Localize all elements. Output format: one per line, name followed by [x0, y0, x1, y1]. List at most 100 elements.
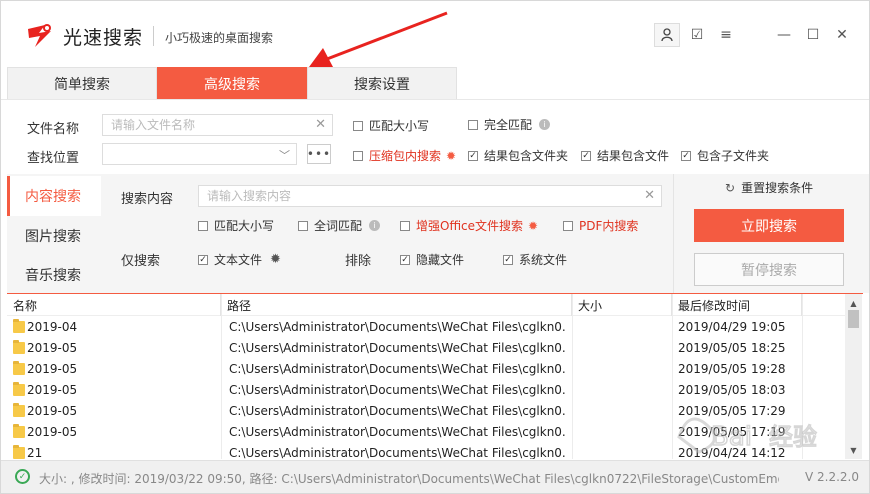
exact-match-checkbox[interactable]: 完全匹配 i	[468, 116, 551, 133]
content-input-box: ✕	[198, 185, 662, 207]
edit-button[interactable]: ☑	[684, 23, 710, 47]
compressed-search-checkbox[interactable]: 压缩包内搜索 ✹	[353, 147, 456, 164]
title-bar: 光速搜索 小巧极速的桌面搜索 ☑ ≡ — ☐ ✕	[1, 1, 869, 67]
pause-search-button[interactable]: 暂停搜索	[694, 253, 844, 286]
file-name: 2019-05	[27, 382, 78, 397]
name-cell: 2019-05	[13, 337, 217, 358]
chevron-down-icon: ﹀	[279, 149, 290, 162]
scrollbar-thumb[interactable]	[848, 310, 859, 328]
column-header-size[interactable]: 大小	[572, 294, 672, 316]
hidden-files-checkbox[interactable]: ✓ 隐藏文件	[400, 251, 464, 268]
maximize-button[interactable]: ☐	[800, 23, 826, 47]
column-header-modified[interactable]: 最后修改时间	[672, 294, 802, 316]
reset-label: 重置搜索条件	[741, 181, 814, 195]
include-files-label: 结果包含文件	[597, 149, 670, 163]
folder-icon	[13, 423, 25, 438]
tab-simple-search[interactable]: 简单搜索	[7, 67, 157, 99]
checkbox-box	[198, 220, 208, 231]
gear-icon[interactable]: ✹	[446, 149, 456, 163]
column-header-name[interactable]: 名称	[7, 294, 221, 316]
include-files-checkbox[interactable]: ✓ 结果包含文件	[581, 147, 669, 164]
office-search-checkbox[interactable]: 增强Office文件搜索 ✹	[400, 217, 538, 234]
include-folders-checkbox[interactable]: ✓ 结果包含文件夹	[468, 147, 568, 164]
modified-cell: 2019/05/05 18:25	[678, 340, 786, 355]
scroll-down-icon[interactable]: ▼	[845, 443, 862, 457]
filename-label: 文件名称	[27, 122, 80, 137]
pdf-search-checkbox[interactable]: PDF内搜索	[563, 217, 638, 234]
office-search-label: 增强Office文件搜索	[416, 219, 524, 233]
minimize-button[interactable]: —	[771, 23, 797, 47]
info-icon[interactable]: i	[369, 220, 381, 231]
menu-button[interactable]: ≡	[713, 23, 739, 47]
text-files-checkbox[interactable]: ✓ 文本文件 ✹	[198, 251, 281, 268]
reset-conditions-link[interactable]: ↻ 重置搜索条件	[725, 179, 813, 196]
path-cell: C:\Users\Administrator\Documents\WeChat …	[229, 403, 567, 418]
browse-location-button[interactable]: •••	[307, 144, 331, 164]
checkbox-box	[468, 119, 478, 130]
table-row[interactable]: 2019-05 C:\Users\Administrator\Documents\…	[7, 337, 845, 358]
file-name: 2019-04	[27, 319, 78, 334]
pdf-search-label: PDF内搜索	[579, 219, 639, 233]
user-button[interactable]	[654, 23, 680, 47]
system-files-checkbox[interactable]: ✓ 系统文件	[503, 251, 567, 268]
close-button[interactable]: ✕	[829, 23, 855, 47]
side-tab-music-search[interactable]: 音乐搜索	[7, 255, 101, 295]
size-cell	[578, 421, 668, 442]
whole-word-checkbox[interactable]: 全词匹配 i	[298, 217, 381, 234]
status-bar: ✓ 大小: , 修改时间: 2019/03/22 09:50, 路径: C:\U…	[1, 460, 869, 493]
folder-icon	[13, 318, 25, 333]
content-input[interactable]	[199, 186, 661, 206]
table-row[interactable]: 2019-05 C:\Users\Administrator\Documents\…	[7, 358, 845, 379]
tab-advanced-search[interactable]: 高级搜索	[157, 67, 307, 99]
results-scrollbar[interactable]: ▲ ▼	[845, 294, 862, 459]
app-name: 光速搜索	[63, 27, 144, 49]
side-tab-content-search[interactable]: 内容搜索	[7, 176, 101, 216]
svg-text:Bai: Bai	[711, 422, 752, 452]
gear-icon[interactable]: ✹	[270, 252, 281, 267]
name-cell: 2019-05	[13, 358, 217, 379]
side-tab-image-search[interactable]: 图片搜索	[7, 216, 101, 256]
path-cell: C:\Users\Administrator\Documents\WeChat …	[229, 340, 567, 355]
file-name: 2019-05	[27, 403, 78, 418]
text-files-label: 文本文件	[214, 253, 263, 267]
info-icon[interactable]: i	[539, 119, 551, 130]
folder-icon	[13, 339, 25, 354]
compressed-search-label: 压缩包内搜索	[369, 149, 442, 163]
clear-filename-icon[interactable]: ✕	[315, 117, 326, 132]
column-header-path[interactable]: 路径	[221, 294, 572, 316]
location-select[interactable]: ﹀	[102, 143, 297, 165]
content-match-case-checkbox[interactable]: 匹配大小写	[198, 217, 274, 234]
table-header: 名称 路径 大小 最后修改时间	[7, 294, 845, 316]
filename-input[interactable]	[103, 115, 332, 135]
folder-icon	[13, 444, 25, 459]
folder-icon	[13, 402, 25, 417]
user-icon	[661, 28, 673, 42]
search-now-button[interactable]: 立即搜索	[694, 209, 844, 242]
maximize-icon: ☐	[806, 27, 820, 43]
title-separator	[153, 26, 154, 46]
tab-divider	[1, 99, 869, 100]
tab-search-settings[interactable]: 搜索设置	[307, 67, 457, 99]
app-subtitle: 小巧极速的桌面搜索	[165, 31, 274, 45]
status-text: 大小: , 修改时间: 2019/03/22 09:50, 路径: C:\Use…	[39, 472, 779, 486]
path-cell: C:\Users\Administrator\Documents\WeChat …	[229, 319, 567, 334]
checkbox-box	[298, 220, 308, 231]
file-name: 2019-05	[27, 361, 78, 376]
scroll-up-icon[interactable]: ▲	[845, 296, 862, 310]
menu-icon: ≡	[720, 27, 732, 43]
clear-content-icon[interactable]: ✕	[644, 188, 655, 203]
path-cell: C:\Users\Administrator\Documents\WeChat …	[229, 382, 567, 397]
folder-icon	[13, 360, 25, 375]
hidden-files-label: 隐藏文件	[416, 253, 465, 267]
table-row[interactable]: 2019-04 C:\Users\Administrator\Documents\…	[7, 316, 845, 337]
gear-icon[interactable]: ✹	[528, 219, 538, 233]
include-subfolders-checkbox[interactable]: ✓ 包含子文件夹	[681, 147, 769, 164]
refresh-icon: ↻	[725, 181, 736, 195]
checkbox-box: ✓	[503, 254, 513, 265]
checkbox-box: ✓	[581, 150, 591, 161]
check-circle-icon: ✓	[15, 469, 30, 484]
checkbox-box: ✓	[468, 150, 478, 161]
only-search-label: 仅搜索	[121, 254, 161, 269]
name-cell: 2019-05	[13, 421, 217, 442]
match-case-checkbox[interactable]: 匹配大小写	[353, 117, 429, 134]
